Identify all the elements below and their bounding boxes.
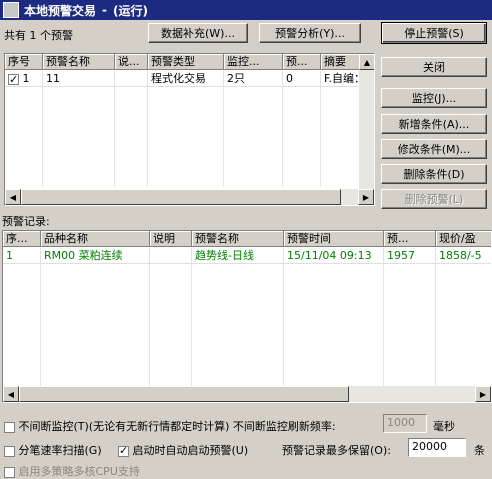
data-fill-button[interactable]: 数据补充(W)... <box>148 23 248 43</box>
window-title: 本地预警交易 <box>24 3 97 18</box>
scroll-left-icon[interactable]: ◀ <box>5 189 21 205</box>
window-status: (运行) <box>113 3 148 18</box>
delete-condition-button[interactable]: 删除条件(D) <box>381 164 487 184</box>
scroll-right-icon[interactable]: ▶ <box>358 189 374 205</box>
title-bar: 本地预警交易 - (运行) <box>0 0 492 20</box>
rec-product: RM00 菜粕连续 <box>41 248 150 264</box>
col-index[interactable]: 序号 <box>5 54 43 70</box>
rec-time: 15/11/04 09:13 <box>284 248 384 264</box>
scroll-left-icon[interactable]: ◀ <box>3 386 19 402</box>
alert-table-vscroll[interactable]: ▲ <box>359 54 374 189</box>
alert-count-text: 共有 1 个预警 <box>4 29 73 42</box>
stop-alert-button[interactable]: 停止预警(S) <box>381 22 487 44</box>
rec-col-time[interactable]: 预警时间 <box>284 231 384 247</box>
continuous-monitor-label: 不间断监控(T)(无论有无新行情都定时计算) 不间断监控刷新频率: <box>18 420 336 433</box>
row-type: 程式化交易 <box>148 71 224 87</box>
auto-start-label: 启动时自动启动预警(U) <box>132 444 249 457</box>
rec-col-pre[interactable]: 预... <box>384 231 436 247</box>
rec-col-desc[interactable]: 说明 <box>150 231 192 247</box>
rec-alert-name: 趋势线-日线 <box>192 248 284 264</box>
tick-scan-option[interactable]: 分笔速率扫描(G) <box>4 442 102 458</box>
scroll-thumb[interactable] <box>19 386 349 402</box>
col-desc[interactable]: 说... <box>115 54 148 70</box>
col-pre[interactable]: 预... <box>283 54 321 70</box>
rec-pre: 1957 <box>384 248 436 264</box>
col-name[interactable]: 预警名称 <box>43 54 115 70</box>
alert-table-header: 序号 预警名称 说... 预警类型 监控... 预... 摘要 <box>5 54 374 70</box>
scroll-up-icon[interactable]: ▲ <box>359 54 374 70</box>
row-index-cell[interactable]: 1 <box>5 71 43 87</box>
records-table-header: 序... 品种名称 说明 预警名称 预警时间 预... 现价/盈 <box>3 231 491 247</box>
max-keep-unit: 条 <box>474 444 485 457</box>
records-hscroll[interactable]: ◀ ▶ <box>3 386 491 402</box>
multi-cpu-label: 启用多策略多核CPU支持 <box>18 465 140 478</box>
refresh-unit-label: 毫秒 <box>433 420 455 433</box>
max-keep-label: 预警记录最多保留(O): <box>282 444 391 457</box>
alert-analysis-button[interactable]: 预警分析(Y)... <box>259 23 361 43</box>
rec-desc <box>150 248 192 264</box>
rec-price: 1858/-5 <box>436 248 491 264</box>
continuous-monitor-checkbox[interactable] <box>4 421 15 433</box>
scroll-thumb[interactable] <box>21 189 341 205</box>
multi-cpu-checkbox[interactable] <box>4 466 15 478</box>
row-checkbox[interactable] <box>8 72 19 86</box>
title-separator: - <box>102 3 107 17</box>
records-label: 预警记录: <box>2 215 50 228</box>
rec-index: 1 <box>3 248 41 264</box>
max-keep-input[interactable]: 20000 <box>408 438 466 457</box>
auto-start-option[interactable]: 启动时自动启动预警(U) <box>118 442 248 458</box>
col-monitor[interactable]: 监控... <box>224 54 283 70</box>
rec-col-alert-name[interactable]: 预警名称 <box>192 231 284 247</box>
row-monitor: 2只 <box>224 71 283 87</box>
refresh-rate-input[interactable]: 1000 <box>383 414 427 433</box>
multi-cpu-option[interactable]: 启用多策略多核CPU支持 <box>4 463 140 479</box>
col-type[interactable]: 预警类型 <box>148 54 224 70</box>
alert-table-hscroll[interactable]: ◀ ▶ <box>5 189 374 205</box>
close-button[interactable]: 关闭 <box>381 57 487 77</box>
monitor-button[interactable]: 监控(J)... <box>381 88 487 108</box>
edit-condition-button[interactable]: 修改条件(M)... <box>381 139 487 159</box>
delete-alert-button[interactable]: 删除预警(L) <box>381 189 487 209</box>
alert-table[interactable]: 序号 预警名称 说... 预警类型 监控... 预... 摘要 1 11 程式化… <box>4 53 375 206</box>
scroll-right-icon[interactable]: ▶ <box>475 386 491 402</box>
tick-scan-label: 分笔速率扫描(G) <box>18 444 102 457</box>
row-index: 1 <box>22 72 30 85</box>
add-condition-button[interactable]: 新增条件(A)... <box>381 114 487 134</box>
tick-scan-checkbox[interactable] <box>4 445 15 457</box>
continuous-monitor-option[interactable]: 不间断监控(T)(无论有无新行情都定时计算) 不间断监控刷新频率: <box>4 418 336 434</box>
table-row[interactable]: 1 11 程式化交易 2只 0 F.自编： <box>5 71 374 87</box>
auto-start-checkbox[interactable] <box>118 444 129 457</box>
rec-col-product[interactable]: 品种名称 <box>41 231 150 247</box>
table-row[interactable]: 1 RM00 菜粕连续 趋势线-日线 15/11/04 09:13 1957 1… <box>3 248 491 264</box>
records-table[interactable]: 序... 品种名称 说明 预警名称 预警时间 预... 现价/盈 1 RM00 … <box>2 230 492 403</box>
row-pre: 0 <box>283 71 321 87</box>
rec-col-index[interactable]: 序... <box>3 231 41 247</box>
rec-col-price[interactable]: 现价/盈 <box>436 231 491 247</box>
app-icon <box>3 2 19 18</box>
row-name: 11 <box>43 71 115 87</box>
row-desc <box>115 71 148 87</box>
